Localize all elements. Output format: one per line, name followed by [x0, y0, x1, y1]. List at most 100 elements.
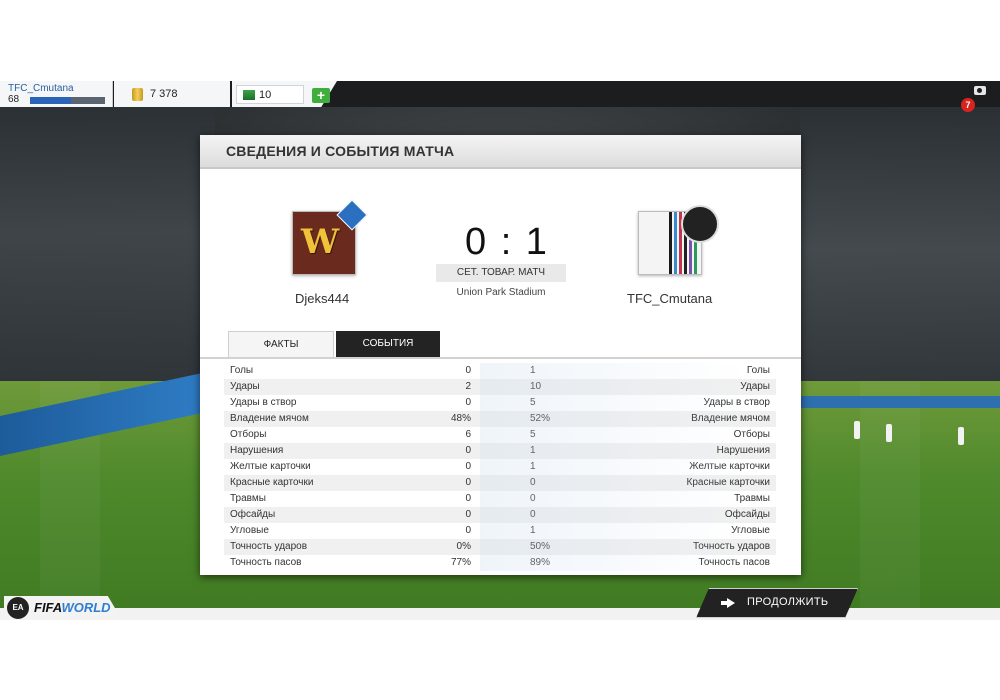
stat-label-home: Удары в створ [230, 397, 297, 408]
match-type: СЕТ. ТОВАР. МАТЧ [436, 264, 566, 282]
stat-row: Владение мячом 48% 52% Владение мячом [224, 411, 776, 427]
stat-label-home: Красные карточки [230, 477, 314, 488]
stat-label-home: Угловые [230, 525, 269, 536]
stat-row: Точность ударов 0% 50% Точность ударов [224, 539, 776, 555]
stat-label-away: Владение мячом [691, 413, 770, 424]
stat-value-away: 1 [530, 461, 536, 472]
stadium-name: Union Park Stadium [456, 287, 546, 298]
stat-row: Офсайды 0 0 Офсайды [224, 507, 776, 523]
stat-row: Голы 0 1 Голы [224, 363, 776, 379]
home-badge-tag-icon [336, 199, 368, 231]
continue-button[interactable]: ПРОДОЛЖИТЬ [696, 588, 858, 618]
stat-label-away: Офсайды [724, 509, 770, 520]
pitch-stripe [860, 381, 920, 620]
stat-value-away: 10 [530, 381, 542, 392]
stat-row: Удары 2 10 Удары [224, 379, 776, 395]
stats-table: Голы 0 1 Голы Удары 2 10 Удары Удары в створ 0 5 Уд… [224, 363, 776, 571]
player-profile[interactable]: TFC_Cmutana 68 [0, 81, 113, 107]
stat-value-home: 77% [450, 557, 471, 568]
stat-label-home: Нарушения [230, 445, 284, 456]
panel-title: СВЕДЕНИЯ И СОБЫТИЯ МАТЧА [226, 143, 455, 159]
coins-display: 7 378 [114, 81, 230, 107]
stat-label-home: Владение мячом [230, 413, 309, 424]
ea-sports-icon: EA [7, 597, 29, 619]
stat-row: Красные карточки 0 0 Красные карточки [224, 475, 776, 491]
away-team-name: TFC_Cmutana [627, 291, 713, 306]
stat-value-home: 0 [465, 493, 471, 504]
points-icon [243, 90, 255, 100]
stat-value-away: 5 [530, 397, 536, 408]
stat-label-away: Отборы [733, 429, 770, 440]
player-level: 68 [8, 94, 20, 105]
footballer [854, 421, 860, 439]
stat-value-away: 0 [530, 509, 536, 520]
bottom-bar [0, 608, 1000, 620]
stat-label-away: Угловые [731, 525, 770, 536]
stat-value-home: 0 [465, 461, 471, 472]
advertising-board [800, 396, 1000, 408]
stat-row: Желтые карточки 0 1 Желтые карточки [224, 459, 776, 475]
stat-value-away: 1 [530, 365, 536, 376]
stat-row: Угловые 0 1 Угловые [224, 523, 776, 539]
stat-label-home: Точность ударов [230, 541, 308, 552]
coins-icon [132, 88, 143, 101]
stat-label-home: Точность пасов [230, 557, 302, 568]
stat-value-home: 0 [465, 509, 471, 520]
home-team-badge: W [292, 199, 368, 275]
footballer [958, 427, 964, 445]
stat-row: Отборы 6 5 Отборы [224, 427, 776, 443]
stat-label-away: Точность ударов [692, 541, 770, 552]
stat-value-home: 0 [465, 445, 471, 456]
tab-events[interactable]: СОБЫТИЯ [336, 331, 440, 357]
stat-label-away: Травмы [734, 493, 770, 504]
stat-row: Нарушения 0 1 Нарушения [224, 443, 776, 459]
stat-value-away: 0 [530, 493, 536, 504]
stat-value-home: 0 [465, 477, 471, 488]
stat-label-home: Голы [230, 365, 254, 376]
stat-label-away: Удары [740, 381, 770, 392]
stat-label-away: Красные карточки [686, 477, 770, 488]
tab-facts[interactable]: ФАКТЫ [228, 331, 334, 358]
stat-label-home: Травмы [230, 493, 266, 504]
stat-value-away: 52% [530, 413, 551, 424]
panel-header: СВЕДЕНИЯ И СОБЫТИЯ МАТЧА [200, 135, 801, 169]
stat-value-home: 0 [465, 525, 471, 536]
arrow-right-icon [721, 598, 735, 608]
xp-progress-fill [30, 97, 72, 104]
stat-row: Удары в створ 0 5 Удары в створ [224, 395, 776, 411]
continue-label: ПРОДОЛЖИТЬ [747, 596, 829, 608]
coins-value: 7 378 [150, 88, 178, 100]
stat-label-home: Удары [230, 381, 260, 392]
xp-progress-bar [30, 97, 105, 104]
fifa-world-logo: EA FIFAWORLD [4, 596, 122, 620]
tab-divider [200, 357, 801, 359]
stat-value-away: 1 [530, 445, 536, 456]
away-emblem-icon [681, 205, 719, 243]
stat-row: Точность пасов 77% 89% Точность пасов [224, 555, 776, 571]
home-team-name: Djeks444 [295, 291, 350, 306]
stat-label-away: Желтые карточки [689, 461, 770, 472]
stat-value-home: 2 [465, 381, 471, 392]
stat-value-away: 1 [530, 525, 536, 536]
home-badge-letter: W [301, 222, 340, 262]
stat-value-away: 50% [530, 541, 551, 552]
add-points-button[interactable]: + [312, 88, 330, 103]
match-details-panel: СВЕДЕНИЯ И СОБЫТИЯ МАТЧА W Djeks444 0 : … [200, 135, 801, 575]
stat-label-home: Отборы [230, 429, 267, 440]
stat-label-home: Желтые карточки [230, 461, 311, 472]
stat-value-home: 0% [456, 541, 471, 552]
stat-value-home: 6 [465, 429, 471, 440]
points-value: 10 [259, 89, 272, 101]
points-field: 10 [236, 85, 304, 104]
stat-label-away: Точность пасов [698, 557, 771, 568]
stat-label-away: Нарушения [716, 445, 770, 456]
stat-label-away: Удары в створ [703, 397, 771, 408]
player-name[interactable]: TFC_Cmutana [8, 83, 74, 94]
camera-icon[interactable] [974, 86, 986, 95]
stat-label-away: Голы [746, 365, 770, 376]
fifa-world-wordmark: FIFAWORLD [34, 600, 111, 615]
footballer [886, 424, 892, 442]
match-summary: W Djeks444 0 : 1 СЕТ. ТОВАР. МАТЧ Union … [200, 169, 801, 359]
stat-value-home: 48% [450, 413, 471, 424]
notification-badge[interactable]: 7 [961, 98, 975, 112]
